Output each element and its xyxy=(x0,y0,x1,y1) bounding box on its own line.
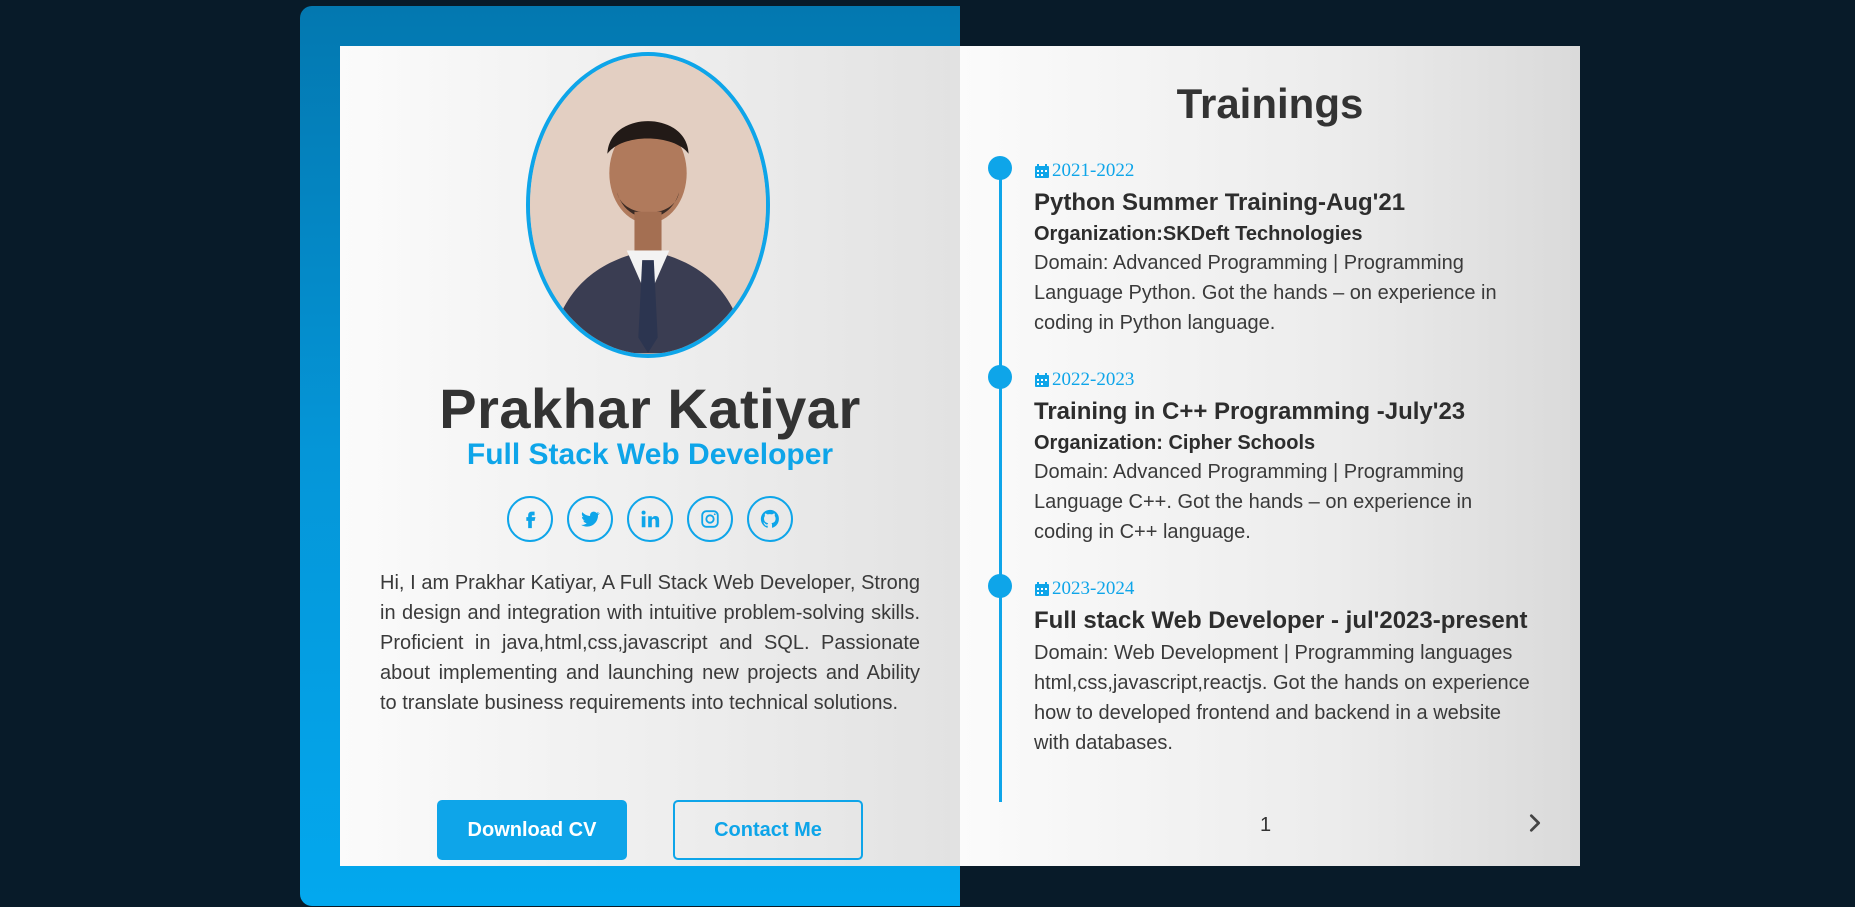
training-date-text: 2023-2024 xyxy=(1052,578,1135,599)
timeline-dot xyxy=(988,365,1012,389)
trainings-page: Trainings 2021-2022 Python Summer Traini… xyxy=(960,46,1580,866)
training-description: Domain: Advanced Programming | Programmi… xyxy=(1034,461,1473,543)
profile-bio: Hi, I am Prakhar Katiyar, A Full Stack W… xyxy=(380,572,920,714)
download-cv-button[interactable]: Download CV xyxy=(437,800,627,860)
calendar-icon xyxy=(1035,373,1049,387)
training-entry: 2023-2024 Full stack Web Developer - jul… xyxy=(1034,576,1534,758)
profile-page: Prakhar Katiyar Full Stack Web Developer… xyxy=(340,46,960,866)
page-number: 1 xyxy=(1260,814,1272,836)
linkedin-icon[interactable] xyxy=(627,496,673,542)
training-entry: 2022-2023 Training in C++ Programming -J… xyxy=(1034,367,1534,547)
github-icon[interactable] xyxy=(747,496,793,542)
profile-role: Full Stack Web Developer xyxy=(466,438,834,471)
training-title: Full stack Web Developer - jul'2023-pres… xyxy=(1034,607,1528,634)
timeline-line xyxy=(999,166,1002,802)
training-date-text: 2022-2023 xyxy=(1052,369,1135,390)
timeline-dot xyxy=(988,574,1012,598)
training-organization: Organization: Cipher Schools xyxy=(1034,432,1316,454)
social-links xyxy=(340,496,960,542)
profile-photo-illustration xyxy=(530,57,766,353)
training-title: Python Summer Training-Aug'21 xyxy=(1034,189,1406,216)
training-description: Domain: Advanced Programming | Programmi… xyxy=(1034,252,1497,334)
contact-me-button[interactable]: Contact Me xyxy=(673,800,863,860)
timeline-dot xyxy=(988,156,1012,180)
training-date-text: 2021-2022 xyxy=(1052,160,1135,181)
profile-name: Prakhar Katiyar xyxy=(439,377,861,440)
chevron-right-icon xyxy=(1529,814,1541,832)
training-date: 2021-2022 xyxy=(1034,158,1534,184)
calendar-icon xyxy=(1035,582,1049,596)
calendar-icon xyxy=(1035,164,1049,178)
training-organization: Organization:SKDeft Technologies xyxy=(1034,223,1363,245)
training-entry: 2021-2022 Python Summer Training-Aug'21 … xyxy=(1034,158,1534,338)
twitter-icon[interactable] xyxy=(567,496,613,542)
facebook-icon[interactable] xyxy=(507,496,553,542)
training-title: Training in C++ Programming -July'23 xyxy=(1034,398,1466,425)
instagram-icon[interactable] xyxy=(687,496,733,542)
training-description: Domain: Web Development | Programming la… xyxy=(1034,642,1530,754)
next-page-button[interactable] xyxy=(1520,808,1550,838)
trainings-heading: Trainings xyxy=(1176,80,1364,127)
profile-photo xyxy=(526,52,770,358)
training-date: 2022-2023 xyxy=(1034,367,1534,393)
training-date: 2023-2024 xyxy=(1034,576,1534,602)
